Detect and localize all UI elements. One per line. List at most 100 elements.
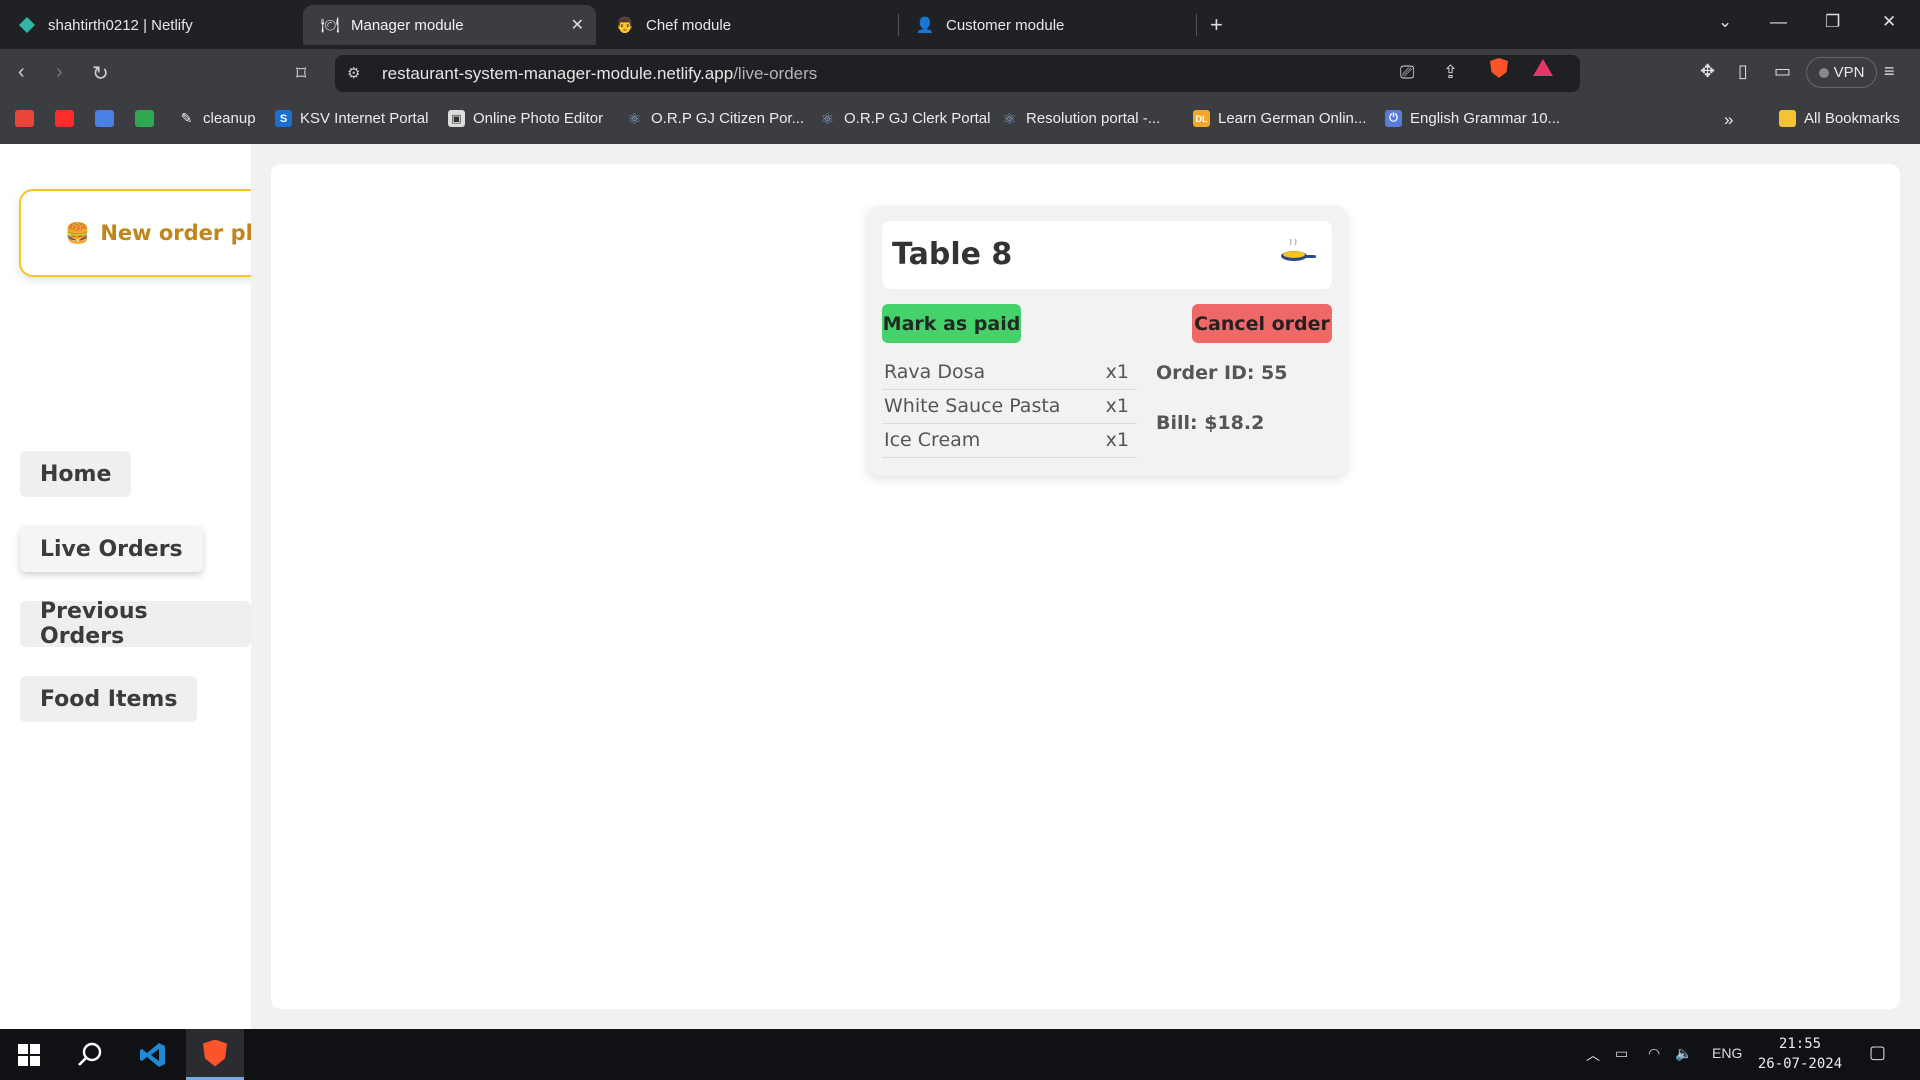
sidebar-item-home[interactable]: Home: [20, 451, 132, 497]
tab-manager-module[interactable]: 🍽 Manager module ✕: [303, 5, 596, 45]
tab-title: Manager module: [351, 16, 464, 34]
main-area: Table 8 Mark as paid Cancel order Rava D…: [251, 144, 1920, 1029]
sidebar-item-previous-orders[interactable]: Previous Orders: [20, 599, 251, 649]
grammar-icon: ⏻: [1385, 110, 1402, 127]
frying-pan-icon: [1281, 239, 1316, 261]
back-icon[interactable]: ‹: [18, 61, 25, 84]
windows-taskbar: ︿ ▭ ◠ 🔈 ENG 21:55 26-07-2024 ▢: [0, 1029, 1920, 1080]
all-bookmarks[interactable]: All Bookmarks: [1779, 110, 1900, 127]
brave-taskbar-button[interactable]: [186, 1029, 244, 1080]
vpn-label: VPN: [1833, 64, 1865, 81]
more-bookmarks-icon[interactable]: »: [1724, 110, 1733, 130]
menu-icon[interactable]: ≡: [1884, 61, 1895, 82]
sidebar-item-live-orders[interactable]: Live Orders: [20, 526, 203, 572]
bookmark-label: KSV Internet Portal: [300, 110, 429, 127]
sidebar-toggle-icon[interactable]: ▯: [1738, 61, 1748, 82]
bookmark-resolution[interactable]: ⚛ Resolution portal -...: [1001, 110, 1161, 128]
bookmark-cleanup[interactable]: ✎ cleanup: [178, 110, 256, 127]
order-bill: Bill: $18.2: [1156, 412, 1265, 434]
bookmarks-bar: ✎ cleanup S KSV Internet Portal ▣ Online…: [0, 98, 1920, 144]
tab-customer-module[interactable]: 👤 Customer module: [898, 5, 1196, 45]
sidebar: 🍔 New order placed ! Home Live Orders Pr…: [0, 144, 372, 1029]
react-icon: ⚛: [820, 110, 835, 128]
bookmark-label: Learn German Onlin...: [1218, 110, 1367, 127]
order-header: Table 8: [882, 221, 1332, 289]
translate-icon[interactable]: [95, 110, 114, 127]
cancel-order-button[interactable]: Cancel order: [1192, 304, 1332, 343]
volume-icon[interactable]: 🔈: [1675, 1045, 1692, 1062]
tray-chevron-icon[interactable]: ︿: [1586, 1045, 1600, 1065]
bookmark-ksv[interactable]: S KSV Internet Portal: [275, 110, 428, 127]
item-quantity: x1: [1105, 361, 1129, 383]
wifi-icon[interactable]: ◠: [1648, 1045, 1660, 1062]
netlify-icon: [18, 16, 36, 34]
new-tab-icon[interactable]: +: [1210, 12, 1223, 38]
bookmark-label: Resolution portal -...: [1026, 110, 1161, 127]
windows-icon: [18, 1043, 40, 1066]
close-icon[interactable]: ✕: [571, 15, 584, 35]
clock[interactable]: 21:55 26-07-2024: [1752, 1034, 1848, 1074]
bookmark-label: O.R.P GJ Clerk Portal: [844, 110, 991, 127]
tab-search-chevron-icon[interactable]: ⌄: [1718, 12, 1732, 32]
tab-title: Customer module: [946, 16, 1065, 34]
bookmark-photo-editor[interactable]: ▣ Online Photo Editor: [448, 110, 603, 127]
wallet-icon[interactable]: ▭: [1774, 61, 1791, 82]
browser-toolbar: ‹ › ↻ ⌑ ⚙ restaurant-system-manager-modu…: [0, 49, 1920, 98]
tab-separator: [1196, 14, 1197, 36]
share-icon[interactable]: ⇪: [1443, 62, 1458, 83]
brave-rewards-icon[interactable]: [1533, 59, 1553, 76]
browser-tabstrip: shahtirth0212 | Netlify 🍽 Manager module…: [0, 0, 1920, 49]
sidebar-item-food-items[interactable]: Food Items: [20, 676, 198, 722]
item-name: White Sauce Pasta: [884, 395, 1061, 417]
bookmark-label: All Bookmarks: [1804, 110, 1900, 127]
page-viewport: 🍔 New order placed ! Home Live Orders Pr…: [0, 144, 1920, 1029]
tab-title: Chef module: [646, 16, 732, 34]
item-name: Ice Cream: [884, 429, 981, 451]
bookmark-label: Online Photo Editor: [473, 110, 604, 127]
bookmark-english-grammar[interactable]: ⏻ English Grammar 10...: [1385, 110, 1560, 127]
mark-as-paid-button[interactable]: Mark as paid: [882, 304, 1021, 343]
brave-icon: [203, 1039, 227, 1067]
extensions-icon[interactable]: ✥: [1700, 61, 1715, 82]
forward-icon[interactable]: ›: [56, 61, 63, 84]
order-table-title: Table 8: [892, 237, 1013, 272]
minimize-icon[interactable]: —: [1770, 12, 1787, 32]
sidebar-item-label: Live Orders: [40, 536, 183, 562]
order-card: Table 8 Mark as paid Cancel order Rava D…: [867, 206, 1347, 476]
folder-icon: [1779, 110, 1796, 127]
broom-icon: ✎: [180, 110, 193, 126]
language-indicator[interactable]: ENG: [1712, 1045, 1742, 1061]
tab-chef-module[interactable]: 👨 Chef module: [598, 5, 894, 45]
site-info-icon[interactable]: ⚙: [347, 64, 360, 82]
notifications-icon[interactable]: ▢: [1869, 1042, 1886, 1063]
tab-title: shahtirth0212 | Netlify: [48, 16, 193, 34]
restore-icon[interactable]: ❐: [1825, 12, 1840, 32]
ksv-icon: S: [275, 110, 292, 127]
bookmark-orp-clerk[interactable]: ⚛ O.R.P GJ Clerk Portal: [819, 110, 991, 128]
youtube-icon[interactable]: [55, 110, 74, 127]
battery-icon[interactable]: ▭: [1615, 1045, 1628, 1062]
item-quantity: x1: [1105, 429, 1129, 451]
sidebar-item-label: Home: [40, 461, 112, 487]
live-orders-panel: Table 8 Mark as paid Cancel order Rava D…: [271, 164, 1900, 1009]
tab-netlify[interactable]: shahtirth0212 | Netlify: [0, 5, 300, 45]
bookmark-learn-german[interactable]: DL Learn German Onlin...: [1193, 110, 1366, 127]
address-bar[interactable]: ⚙ restaurant-system-manager-module.netli…: [335, 55, 1580, 92]
sidebar-item-label: Food Items: [40, 686, 178, 712]
start-button[interactable]: [0, 1029, 58, 1080]
window-close-icon[interactable]: ✕: [1882, 12, 1896, 32]
gmail-icon[interactable]: [15, 110, 34, 127]
burger-icon: 🍔: [65, 221, 91, 245]
vscode-button[interactable]: [124, 1029, 182, 1080]
sidebar-item-label: Previous Orders: [40, 599, 148, 649]
order-id: Order ID: 55: [1156, 362, 1288, 384]
bookmark-label: English Grammar 10...: [1410, 110, 1561, 127]
meet-icon[interactable]: [135, 110, 154, 127]
cast-icon[interactable]: ⎚: [1400, 62, 1414, 83]
vpn-button[interactable]: VPN: [1806, 57, 1877, 88]
clock-time: 21:55: [1778, 1036, 1822, 1052]
bookmark-icon[interactable]: ⌑: [296, 61, 306, 86]
search-button[interactable]: [61, 1029, 119, 1080]
bookmark-orp-citizen[interactable]: ⚛ O.R.P GJ Citizen Por...: [626, 110, 804, 128]
reload-icon[interactable]: ↻: [92, 61, 109, 86]
